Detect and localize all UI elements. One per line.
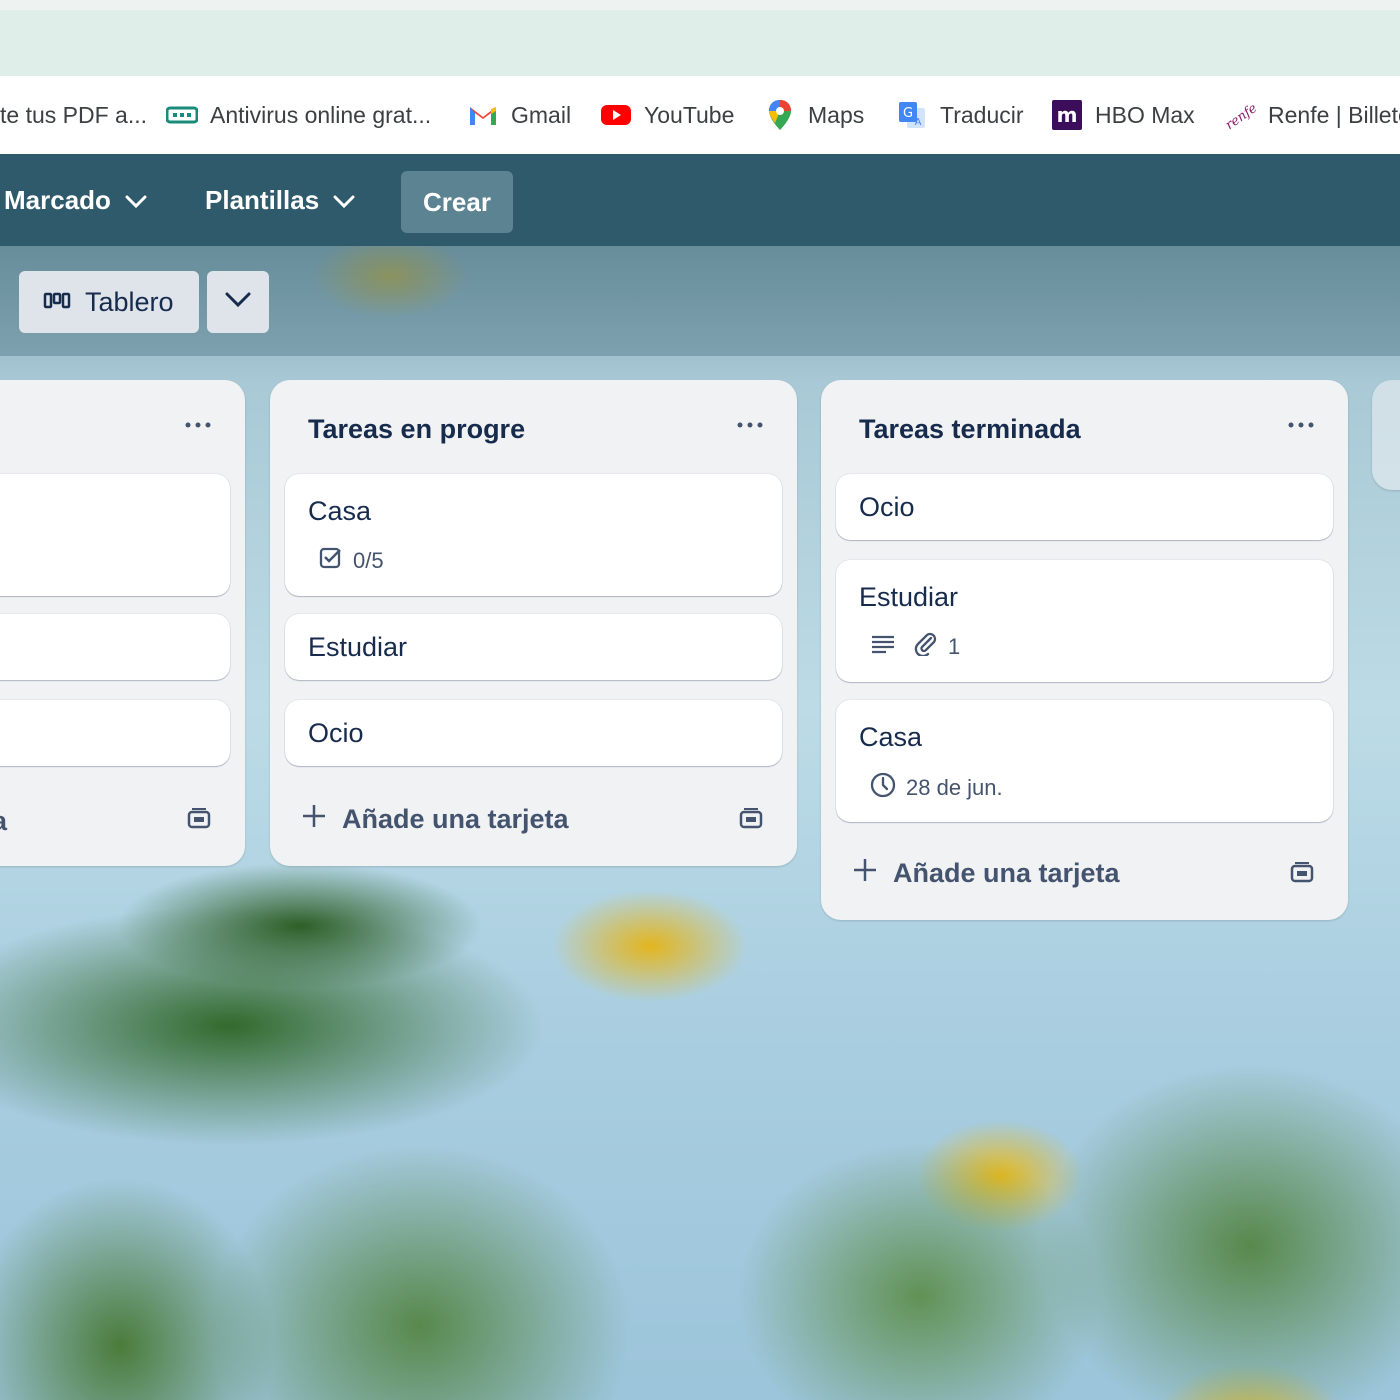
description-icon xyxy=(870,633,896,661)
board-view-button[interactable]: Tablero xyxy=(19,271,199,333)
card-title: Ocio xyxy=(859,492,915,522)
bookmark-gmail[interactable]: Gmail xyxy=(467,76,571,154)
card-ocio[interactable]: Ocio xyxy=(836,474,1333,540)
svg-text:renfe: renfe xyxy=(1224,101,1256,131)
card-template-icon[interactable] xyxy=(736,804,766,834)
starred-menu[interactable]: Marcado xyxy=(4,154,147,246)
bookmark-youtube[interactable]: YouTube xyxy=(600,76,734,154)
chevron-down-icon xyxy=(225,292,251,313)
bookmark-maps[interactable]: Maps xyxy=(764,76,864,154)
view-dropdown-button[interactable] xyxy=(207,271,269,333)
bookmark-renfe[interactable]: renfe Renfe | Billete xyxy=(1224,76,1400,154)
bookmarks-bar: te tus PDF a... Antivirus online grat...… xyxy=(0,76,1400,154)
paperclip-icon xyxy=(914,632,938,662)
app-header: Marcado Plantillas Crear xyxy=(0,154,1400,246)
plus-icon xyxy=(853,858,877,889)
add-card-button[interactable]: Añade una tarjeta xyxy=(853,858,1120,889)
checklist-badge: 0/5 xyxy=(319,546,384,576)
plus-icon xyxy=(302,804,326,835)
card-template-icon[interactable] xyxy=(1287,858,1317,888)
create-button[interactable]: Crear xyxy=(401,171,513,233)
card[interactable] xyxy=(0,614,230,680)
board-header: Tablero xyxy=(0,246,1400,356)
translate-icon: GA xyxy=(896,99,928,131)
chevron-down-icon xyxy=(125,185,147,216)
list-menu-button[interactable] xyxy=(178,410,218,440)
hbo-max-icon: m xyxy=(1051,99,1083,131)
card-casa[interactable]: Casa 28 de jun. xyxy=(836,700,1333,822)
bookmark-translate[interactable]: GA Traducir xyxy=(896,76,1024,154)
renfe-icon: renfe xyxy=(1224,99,1256,131)
more-icon xyxy=(1288,422,1314,428)
card-casa[interactable]: Casa 0/5 xyxy=(285,474,782,596)
list-tareas-en-progreso: Tareas en progre Casa 0/5 Estudiar Ocio … xyxy=(270,380,797,866)
checklist-icon xyxy=(319,546,343,576)
bookmark-hbo-max[interactable]: m HBO Max xyxy=(1051,76,1195,154)
card[interactable] xyxy=(0,474,230,596)
more-icon xyxy=(185,422,211,428)
svg-text:A: A xyxy=(915,117,922,128)
list-title[interactable]: Tareas terminada xyxy=(859,414,1081,445)
card-ocio[interactable]: Ocio xyxy=(285,700,782,766)
card-title: Casa xyxy=(859,722,923,752)
chevron-down-icon xyxy=(333,185,355,216)
board-icon xyxy=(43,287,71,318)
gmail-icon xyxy=(467,99,499,131)
bookmark-pdf[interactable]: te tus PDF a... xyxy=(0,76,147,154)
list-column: a xyxy=(0,380,245,866)
browser-tab-strip xyxy=(0,0,1400,76)
add-card-button[interactable]: Añade una tarjeta xyxy=(302,804,569,835)
antivirus-icon xyxy=(166,99,198,131)
attachment-badge: 1 xyxy=(914,632,960,662)
list-title[interactable]: Tareas en progre xyxy=(308,414,525,445)
card[interactable] xyxy=(0,700,230,766)
card-estudiar[interactable]: Estudiar xyxy=(285,614,782,680)
clock-icon xyxy=(870,772,896,804)
bookmark-antivirus[interactable]: Antivirus online grat... xyxy=(166,76,431,154)
maps-icon xyxy=(764,99,796,131)
card-title: Casa xyxy=(308,496,372,526)
card-title: Estudiar xyxy=(308,632,408,662)
card-title: Ocio xyxy=(308,718,364,748)
add-list-button[interactable] xyxy=(1372,380,1400,490)
card-estudiar[interactable]: Estudiar 1 xyxy=(836,560,1333,682)
due-date-badge: 28 de jun. xyxy=(870,772,1003,804)
svg-text:m: m xyxy=(1057,103,1078,127)
svg-text:G: G xyxy=(903,106,913,121)
list-menu-button[interactable] xyxy=(1281,410,1321,440)
youtube-icon xyxy=(600,99,632,131)
list-menu-button[interactable] xyxy=(730,410,770,440)
card-badges: 1 xyxy=(870,632,960,662)
templates-menu[interactable]: Plantillas xyxy=(205,154,355,246)
add-card-button[interactable]: a xyxy=(0,806,7,837)
more-icon xyxy=(737,422,763,428)
list-tareas-terminadas: Tareas terminada Ocio Estudiar 1 Casa 28… xyxy=(821,380,1348,920)
board-canvas: Tablero a Tareas en progre Casa xyxy=(0,246,1400,1400)
card-title: Estudiar xyxy=(859,582,959,612)
card-template-icon[interactable] xyxy=(184,804,214,834)
